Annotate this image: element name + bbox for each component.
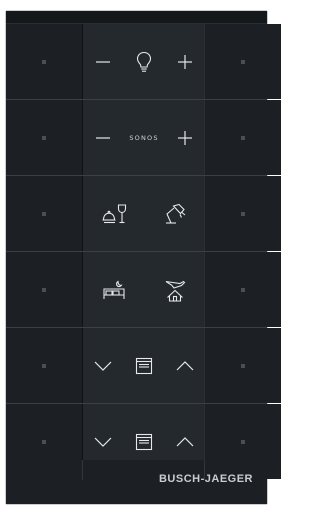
indicator-led bbox=[42, 211, 46, 216]
indicator-led bbox=[241, 439, 245, 444]
row-scenes-2 bbox=[6, 252, 281, 328]
indicator-led bbox=[42, 59, 46, 64]
panel-top-frame bbox=[6, 11, 267, 24]
sonos-label: SONOS bbox=[129, 133, 159, 142]
light-bulb-icon bbox=[123, 24, 165, 99]
indicator-led bbox=[42, 363, 46, 368]
plus-icon[interactable] bbox=[165, 100, 205, 175]
indicator-led bbox=[241, 59, 245, 64]
sonos-label-cell: SONOS bbox=[123, 100, 165, 175]
rocker-right-3[interactable] bbox=[204, 176, 281, 251]
divider bbox=[82, 460, 83, 480]
chevron-up-icon[interactable] bbox=[165, 328, 205, 403]
center-strip-4 bbox=[82, 252, 205, 327]
row-sonos: SONOS bbox=[6, 100, 281, 176]
center-strip-5 bbox=[82, 328, 205, 403]
plus-icon[interactable] bbox=[165, 24, 205, 99]
center-strip-2: SONOS bbox=[82, 100, 205, 175]
rocker-right-1[interactable] bbox=[204, 24, 281, 99]
indicator-led bbox=[241, 287, 245, 292]
rocker-right-2[interactable] bbox=[204, 100, 281, 175]
center-strip-1 bbox=[82, 24, 205, 99]
desk-lamp-icon[interactable] bbox=[144, 176, 205, 251]
row-blinds-1 bbox=[6, 328, 281, 404]
row-light-dimmer bbox=[6, 24, 281, 100]
indicator-led bbox=[241, 211, 245, 216]
indicator-led bbox=[241, 135, 245, 140]
sleep-scene-icon[interactable] bbox=[83, 252, 144, 327]
indicator-led bbox=[42, 287, 46, 292]
rocker-left-5[interactable] bbox=[6, 328, 82, 403]
away-home-icon[interactable] bbox=[144, 252, 205, 327]
switch-panel: SONOS BUSCH-JAEGER bbox=[6, 11, 281, 504]
rocker-right-4[interactable] bbox=[204, 252, 281, 327]
center-strip-3 bbox=[82, 176, 205, 251]
rocker-left-2[interactable] bbox=[6, 100, 82, 175]
rocker-left-3[interactable] bbox=[6, 176, 82, 251]
chevron-down-icon[interactable] bbox=[83, 328, 123, 403]
indicator-led bbox=[42, 439, 46, 444]
minus-icon[interactable] bbox=[83, 24, 123, 99]
rocker-left-4[interactable] bbox=[6, 252, 82, 327]
brand-bar: BUSCH-JAEGER bbox=[6, 460, 267, 504]
blind-icon bbox=[123, 328, 165, 403]
brand-logo: BUSCH-JAEGER bbox=[158, 473, 253, 485]
indicator-led bbox=[241, 363, 245, 368]
indicator-led bbox=[42, 135, 46, 140]
rocker-left-1[interactable] bbox=[6, 24, 82, 99]
minus-icon[interactable] bbox=[83, 100, 123, 175]
row-scenes-1 bbox=[6, 176, 281, 252]
dinner-scene-icon[interactable] bbox=[83, 176, 144, 251]
rocker-right-5[interactable] bbox=[204, 328, 281, 403]
